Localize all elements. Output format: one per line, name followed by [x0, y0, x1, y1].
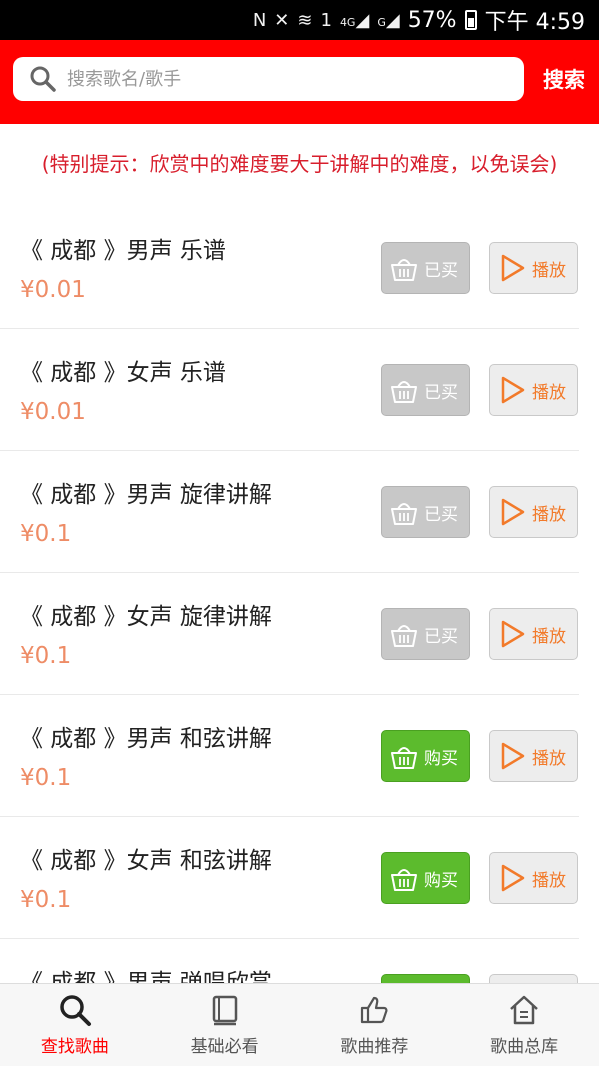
- song-row: 《 成都 》男声 和弦讲解 ¥0.1 购买 播放: [0, 695, 579, 817]
- buy-button[interactable]: 购买: [381, 730, 470, 782]
- song-price: ¥0.01: [20, 399, 86, 425]
- song-title: 《 成都 》女声 旋律讲解: [20, 604, 272, 630]
- tab-library[interactable]: 歌曲总库: [449, 984, 599, 1066]
- tab-label: 歌曲总库: [490, 1037, 559, 1057]
- song-title: 《 成都 》男声 旋律讲解: [20, 482, 272, 508]
- tab-search-songs[interactable]: 查找歌曲: [0, 984, 150, 1066]
- play-button[interactable]: 播放: [489, 486, 578, 538]
- home-icon: [510, 995, 538, 1025]
- book-icon: [212, 995, 237, 1026]
- play-button[interactable]: 播放: [489, 852, 578, 904]
- basket-icon: [391, 747, 417, 769]
- mute-icon: ✕: [274, 9, 290, 31]
- tab-label: 查找歌曲: [40, 1037, 109, 1057]
- notice-text: (特别提示：欣赏中的难度要大于讲解中的难度，以免误会): [41, 152, 558, 176]
- song-price: ¥0.1: [20, 643, 72, 669]
- play-label: 播放: [532, 260, 566, 281]
- clock: 下午 4:59: [484, 10, 585, 35]
- play-button[interactable]: 播放: [489, 730, 578, 782]
- song-row: 《 成都 》女声 和弦讲解 ¥0.1 购买 播放: [0, 817, 579, 939]
- song-row: 《 成都 》女声 乐谱 ¥0.01 已买 播放: [0, 329, 579, 451]
- battery-percent: 57%: [407, 7, 457, 33]
- play-label: 播放: [532, 748, 566, 769]
- bought-button[interactable]: 已买: [381, 364, 470, 416]
- song-price: ¥0.1: [20, 521, 72, 547]
- bought-button[interactable]: 已买: [381, 608, 470, 660]
- tab-label: 歌曲推荐: [340, 1037, 409, 1057]
- sim1-icon: 1: [320, 9, 332, 31]
- bought-button[interactable]: 已买: [381, 486, 470, 538]
- battery-icon: [464, 10, 477, 30]
- song-row: 《 成都 》男声 旋律讲解 ¥0.1 已买 播放: [0, 451, 579, 573]
- play-button[interactable]: 播放: [489, 364, 578, 416]
- bought-button[interactable]: 已买: [381, 242, 470, 294]
- song-price: ¥0.01: [20, 277, 86, 303]
- basket-icon: [391, 503, 417, 525]
- song-list: 《 成都 》男声 乐谱 ¥0.01 已买 播放 《 成都 》女声 乐谱 ¥0.0…: [0, 207, 599, 1061]
- play-label: 播放: [532, 382, 566, 403]
- play-icon: [501, 376, 525, 404]
- status-bar: Ν ✕ ≋ 1 4G◢ G◢ 57% 下午 4:59: [0, 0, 599, 40]
- search-icon: [30, 66, 56, 92]
- basket-icon: [391, 625, 417, 647]
- tab-recommend[interactable]: 歌曲推荐: [300, 984, 450, 1066]
- search-icon: [60, 995, 91, 1026]
- play-label: 播放: [532, 626, 566, 647]
- search-button[interactable]: 搜索: [536, 63, 592, 97]
- buy-label: 已买: [424, 504, 458, 525]
- buy-label: 已买: [424, 382, 458, 403]
- search-input[interactable]: [67, 68, 467, 90]
- wifi-icon: ≋: [297, 9, 313, 31]
- play-icon: [501, 254, 525, 282]
- basket-icon: [391, 869, 417, 891]
- song-title: 《 成都 》男声 乐谱: [20, 238, 226, 264]
- bottom-tab-bar: 查找歌曲 基础必看 歌曲推荐 歌曲总库: [0, 983, 599, 1066]
- play-button[interactable]: 播放: [489, 242, 578, 294]
- buy-button[interactable]: 购买: [381, 852, 470, 904]
- basket-icon: [391, 259, 417, 281]
- song-price: ¥0.1: [20, 765, 72, 791]
- nfc-icon: Ν: [252, 9, 267, 31]
- thumbs-up-icon: [361, 996, 388, 1024]
- play-label: 播放: [532, 504, 566, 525]
- tab-label: 基础必看: [190, 1037, 259, 1057]
- play-button[interactable]: 播放: [489, 608, 578, 660]
- buy-label: 购买: [424, 870, 458, 891]
- song-title: 《 成都 》女声 乐谱: [20, 360, 226, 386]
- song-price: ¥0.1: [20, 887, 72, 913]
- signal-4g-icon: 4G◢: [339, 9, 370, 31]
- basket-icon: [391, 381, 417, 403]
- buy-label: 已买: [424, 626, 458, 647]
- buy-label: 已买: [424, 260, 458, 281]
- song-row: 《 成都 》女声 旋律讲解 ¥0.1 已买 播放: [0, 573, 579, 695]
- song-title: 《 成都 》女声 和弦讲解: [20, 848, 272, 874]
- play-icon: [501, 620, 525, 648]
- play-icon: [501, 742, 525, 770]
- play-label: 播放: [532, 870, 566, 891]
- play-icon: [501, 498, 525, 526]
- song-title: 《 成都 》男声 和弦讲解: [20, 726, 272, 752]
- search-box[interactable]: [13, 57, 524, 101]
- signal-g-icon: G◢: [377, 9, 400, 31]
- play-icon: [501, 864, 525, 892]
- tab-basics[interactable]: 基础必看: [150, 984, 300, 1066]
- song-row: 《 成都 》男声 乐谱 ¥0.01 已买 播放: [0, 207, 579, 329]
- buy-label: 购买: [424, 748, 458, 769]
